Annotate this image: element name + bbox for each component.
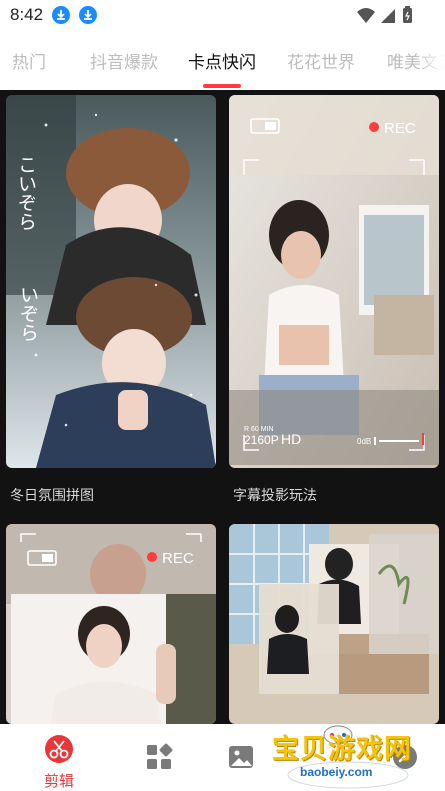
templates-icon (147, 743, 173, 769)
template-thumbnail: こいぞら いぞら (6, 95, 216, 468)
template-thumbnail: REC R 60 MIN 2160P HD 0dB (229, 95, 439, 468)
rec-label: REC (384, 120, 416, 137)
template-card[interactable]: REC (6, 524, 216, 724)
signal-icon (381, 9, 395, 23)
tab-hot[interactable]: 热门 (12, 48, 46, 73)
nav-item-templates[interactable] (134, 742, 184, 776)
rec-label: REC (162, 550, 194, 567)
card-caption: 字幕投影玩法 (233, 488, 317, 504)
header: 8:42 热门 抖音爆款 卡点快闪 花花世界 唯美文艺 (0, 0, 445, 90)
resolution-label: 2160P (244, 433, 279, 447)
battery-icon (403, 6, 412, 23)
nav-item-edit[interactable]: 剪辑 (34, 734, 84, 791)
hd-label: HD (281, 431, 301, 447)
db-label: 0dB (357, 437, 371, 446)
watermark-url: baobeiy.com (300, 765, 373, 779)
record-dot-icon (147, 552, 157, 562)
wifi-icon (357, 8, 375, 23)
watermark: 宝贝游戏网 baobeiy.com (268, 723, 428, 791)
download-icon (52, 6, 70, 24)
template-thumbnail (229, 524, 439, 724)
tab-beat-flash[interactable]: 卡点快闪 (188, 48, 256, 73)
nav-item-gallery[interactable] (216, 742, 266, 776)
template-card[interactable]: REC R 60 MIN 2160P HD 0dB (229, 95, 439, 468)
system-icons (357, 6, 412, 23)
tab-douyin[interactable]: 抖音爆款 (90, 48, 158, 73)
resolution-top-label: R 60 MIN (244, 426, 274, 433)
category-tabs: 热门 抖音爆款 卡点快闪 花花世界 唯美文艺 (0, 38, 445, 90)
watermark-title: 宝贝游戏网 (272, 734, 412, 765)
active-tab-indicator (203, 84, 241, 88)
template-card[interactable] (229, 524, 439, 724)
tab-flower-world[interactable]: 花花世界 (287, 48, 355, 73)
template-card[interactable]: こいぞら いぞら (6, 95, 216, 468)
template-thumbnail: REC (6, 524, 216, 724)
card-overlay-text: こいぞら (15, 155, 37, 231)
status-bar: 8:42 (0, 0, 445, 30)
image-icon (229, 746, 253, 768)
nav-label: 剪辑 (43, 772, 74, 790)
status-time: 8:42 (10, 5, 44, 24)
card-caption: 冬日氛围拼图 (10, 488, 94, 504)
card-overlay-text: いぞら (17, 285, 39, 342)
download-icon (79, 6, 97, 24)
scissors-icon (45, 735, 73, 763)
tabs-fade (415, 38, 445, 90)
record-dot-icon (369, 122, 379, 132)
